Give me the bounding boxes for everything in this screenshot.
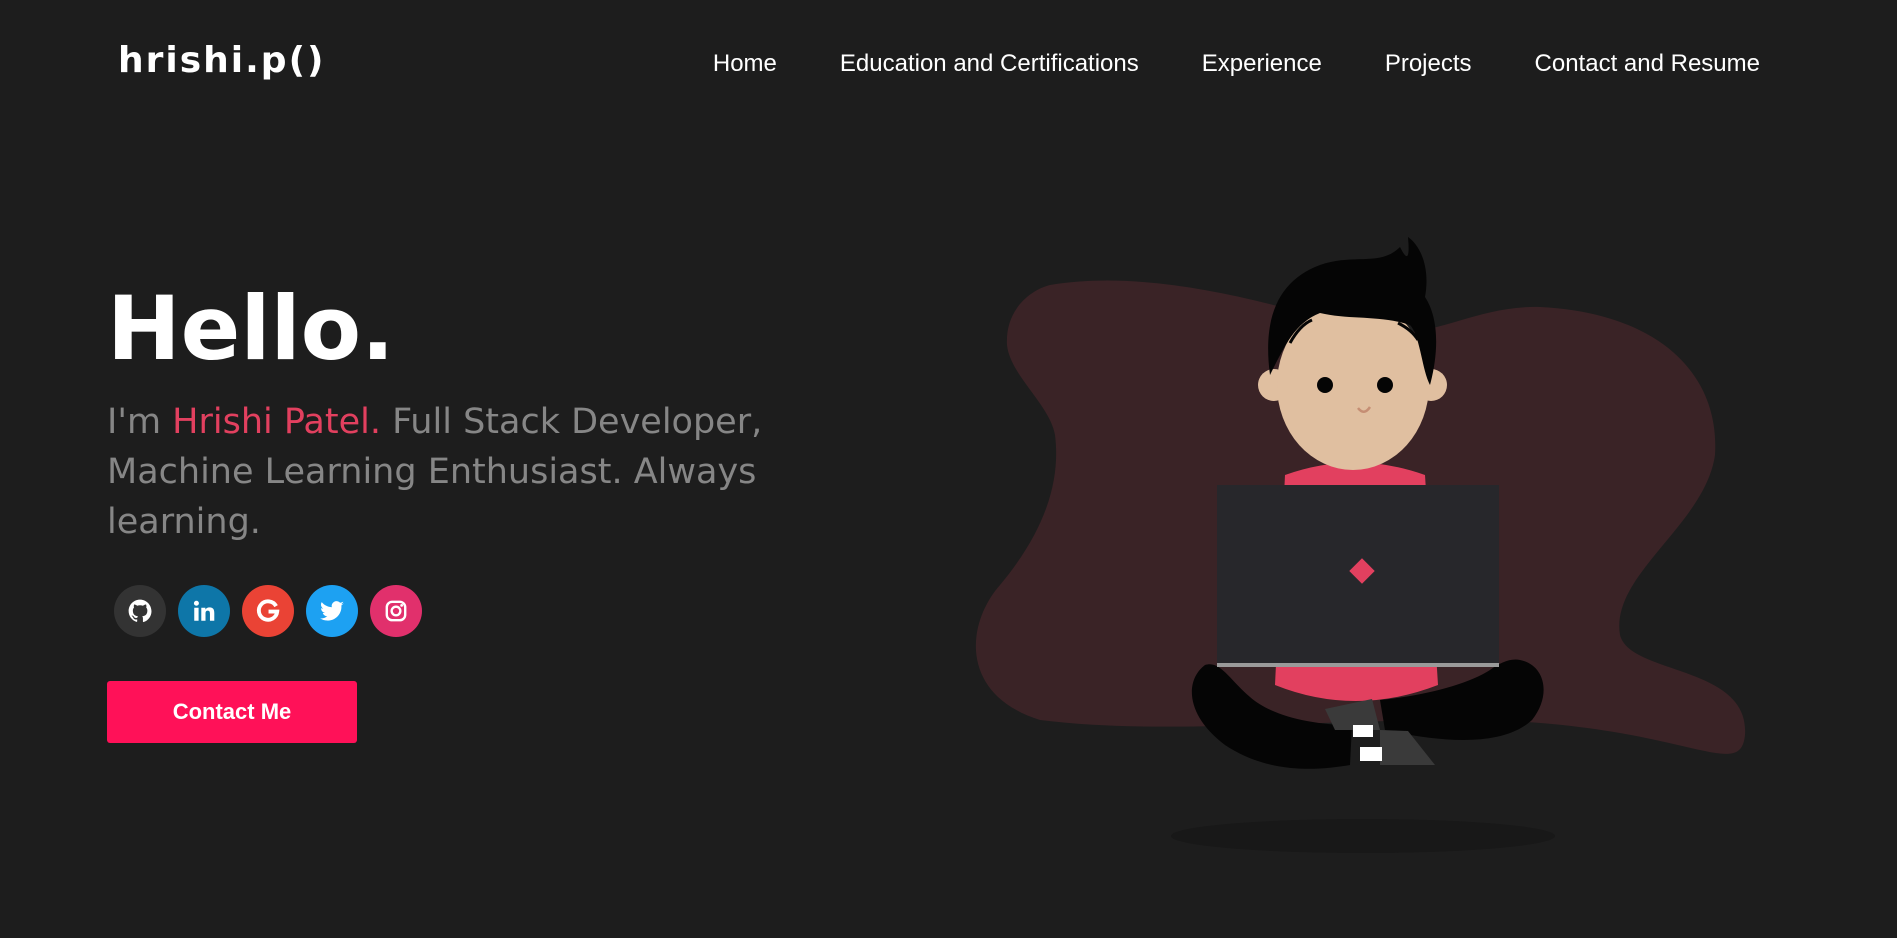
- hero-intro: I'm Hrishi Patel. Full Stack Developer, …: [107, 397, 787, 547]
- instagram-icon: [385, 600, 407, 622]
- google-icon: [256, 599, 280, 622]
- linkedin-link[interactable]: [178, 585, 230, 637]
- page: hrishi.p() Home Education and Certificat…: [0, 0, 1897, 938]
- right-eye: [1377, 377, 1393, 393]
- nav-experience[interactable]: Experience: [1202, 50, 1322, 78]
- nav-home[interactable]: Home: [713, 50, 777, 78]
- hero-name: Hrishi Patel.: [172, 402, 381, 442]
- left-eye: [1317, 377, 1333, 393]
- hero-title: Hello.: [107, 277, 395, 380]
- nav-contact-resume[interactable]: Contact and Resume: [1535, 50, 1760, 78]
- twitter-icon: [320, 601, 344, 621]
- intro-prefix: I'm: [107, 402, 173, 442]
- social-links: [114, 585, 422, 637]
- laptop-base: [1217, 663, 1499, 667]
- developer-illustration: [975, 237, 1746, 853]
- github-link[interactable]: [114, 585, 166, 637]
- logo[interactable]: hrishi.p(): [118, 40, 325, 81]
- right-sock: [1360, 747, 1382, 761]
- linkedin-icon: [193, 600, 215, 621]
- instagram-link[interactable]: [370, 585, 422, 637]
- main-nav: Home Education and Certifications Experi…: [713, 50, 1760, 78]
- contact-me-button[interactable]: Contact Me: [107, 681, 357, 743]
- twitter-link[interactable]: [306, 585, 358, 637]
- shadow-ellipse: [1171, 819, 1555, 853]
- nav-projects[interactable]: Projects: [1385, 50, 1472, 78]
- google-link[interactable]: [242, 585, 294, 637]
- nav-education-certifications[interactable]: Education and Certifications: [840, 50, 1139, 78]
- github-icon: [128, 599, 152, 623]
- left-sock: [1353, 725, 1373, 737]
